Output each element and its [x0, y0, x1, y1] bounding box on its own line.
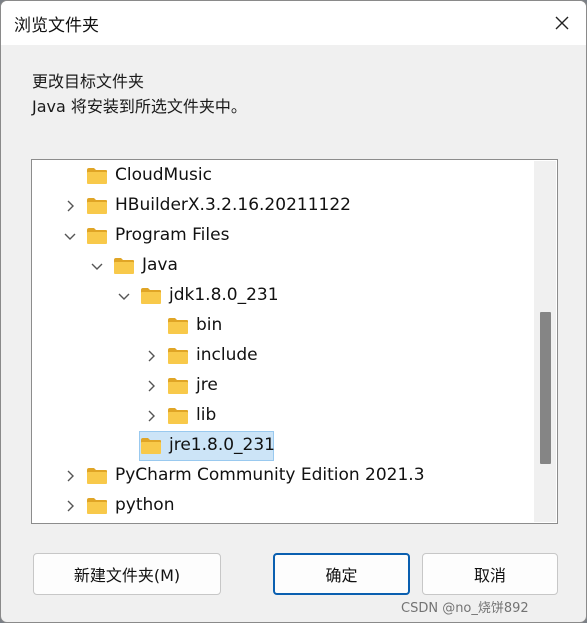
ok-button[interactable]: 确定 [273, 553, 410, 595]
tree-item[interactable]: PyCharm Community Edition 2021.3 [32, 461, 532, 491]
tree-item-label: python [115, 495, 175, 515]
tree-item[interactable]: CloudMusic [32, 161, 532, 191]
watermark-text: CSDN @no_烧饼892 [401, 601, 529, 616]
chevron-right-icon[interactable] [143, 408, 159, 424]
browse-folder-dialog: 浏览文件夹 更改目标文件夹 Java 将安装到所选文件夹中。 CloudMusi… [0, 0, 587, 623]
title-bar: 浏览文件夹 [1, 1, 586, 45]
tree-item-label: HBuilderX.3.2.16.20211122 [115, 195, 351, 215]
tree-item[interactable]: lib [32, 401, 532, 431]
chevron-right-icon[interactable] [143, 348, 159, 364]
tree-item-label: PyCharm Community Edition 2021.3 [115, 465, 425, 485]
tree-item[interactable]: Program Files [32, 221, 532, 251]
chevron-down-icon[interactable] [116, 288, 132, 304]
chevron-right-icon[interactable] [62, 468, 78, 484]
tree-item-label: CloudMusic [115, 165, 212, 185]
cancel-button[interactable]: 取消 [422, 553, 558, 595]
tree-item-label: jdk1.8.0_231 [169, 285, 279, 305]
tree-item[interactable]: jre1.8.0_231 [32, 431, 532, 461]
folder-icon [168, 318, 188, 334]
chevron-right-icon[interactable] [62, 498, 78, 514]
tree-item[interactable]: jdk1.8.0_231 [32, 281, 532, 311]
new-folder-button[interactable]: 新建文件夹(M) [33, 553, 221, 595]
folder-icon [87, 498, 107, 514]
tree-item[interactable]: Java [32, 251, 532, 281]
chevron-right-icon[interactable] [62, 198, 78, 214]
folder-icon [87, 228, 107, 244]
tree-item-label: include [196, 345, 258, 365]
prompt-line-2: Java 将安装到所选文件夹中。 [32, 97, 247, 116]
folder-icon [114, 258, 134, 274]
folder-icon [168, 378, 188, 394]
folder-icon [87, 168, 107, 184]
folder-icon [141, 288, 161, 304]
close-icon [555, 16, 569, 30]
scrollbar-thumb[interactable] [540, 312, 551, 464]
tree-item-label: lib [196, 405, 217, 425]
vertical-scrollbar[interactable] [534, 161, 556, 522]
tree-item[interactable]: bin [32, 311, 532, 341]
chevron-down-icon[interactable] [62, 228, 78, 244]
tree-item[interactable]: HBuilderX.3.2.16.20211122 [32, 191, 532, 221]
tree-item-label: jre1.8.0_231 [169, 435, 276, 455]
folder-icon [141, 438, 161, 454]
tree-item[interactable]: jre [32, 371, 532, 401]
folder-tree[interactable]: CloudMusic HBuilderX.3.2.16.20211122 Progr… [31, 159, 558, 524]
folder-icon [87, 468, 107, 484]
tree-item-label: Program Files [115, 225, 230, 245]
folder-icon [168, 408, 188, 424]
prompt-line-1: 更改目标文件夹 [32, 72, 145, 91]
folder-icon [168, 348, 188, 364]
tree-item-label: bin [196, 315, 223, 335]
chevron-down-icon[interactable] [89, 258, 105, 274]
dialog-title: 浏览文件夹 [14, 16, 99, 36]
tree-item[interactable]: python [32, 491, 532, 521]
tree-item-label: Java [142, 255, 178, 275]
folder-icon [87, 198, 107, 214]
tree-item[interactable]: include [32, 341, 532, 371]
tree-item-label: jre [196, 375, 218, 395]
close-button[interactable] [539, 1, 585, 45]
chevron-right-icon[interactable] [143, 378, 159, 394]
